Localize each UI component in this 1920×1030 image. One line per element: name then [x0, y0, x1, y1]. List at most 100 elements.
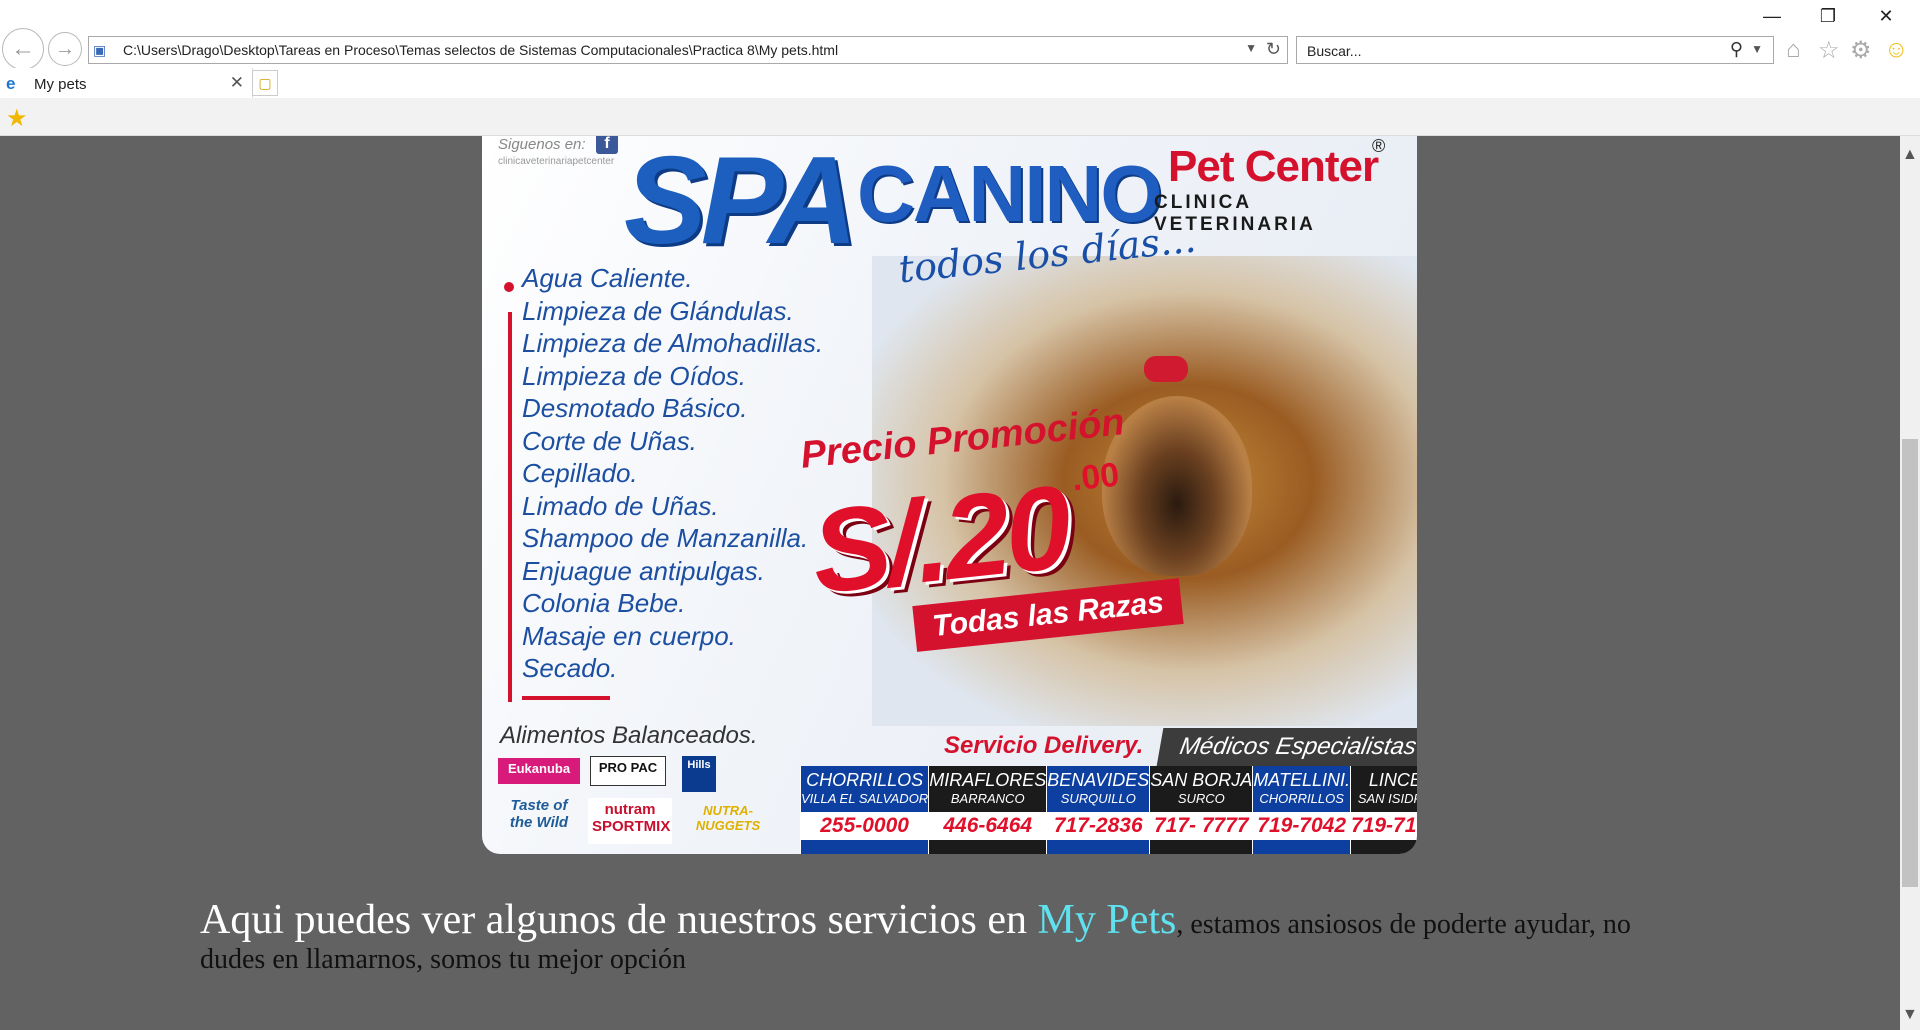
service-item: Limpieza de Oídos. — [522, 360, 747, 391]
branch-district: VILLA EL SALVADOR — [801, 791, 929, 806]
branch-item: MIRAFLORES BARRANCO 446-6464 — [928, 766, 1047, 854]
services-list: Agua Caliente. Limpieza de Glándulas. Li… — [522, 262, 842, 685]
branch-district: CHORRILLOS — [1259, 791, 1344, 806]
branch-district: SURCO — [1177, 791, 1225, 806]
page-caption: Aqui puedes ver algunos de nuestros serv… — [200, 896, 1640, 976]
service-item: Cepillado. — [522, 458, 638, 488]
service-item: Masaje en cuerpo. — [522, 620, 736, 651]
address-bar[interactable]: ▣ C:\Users\Drago\Desktop\Tareas en Proce… — [88, 36, 1288, 64]
services-underline — [522, 696, 610, 700]
delivery-label: Servicio Delivery. — [944, 732, 1144, 759]
caption-intro: Aqui puedes ver algunos de nuestros serv… — [200, 897, 1038, 943]
close-window-button[interactable]: ✕ — [1866, 6, 1906, 27]
search-dropdown-icon[interactable]: ▼ — [1751, 42, 1763, 56]
tab-my-pets[interactable]: e My pets ✕ — [0, 68, 253, 98]
refresh-icon[interactable]: ↻ — [1266, 39, 1281, 60]
back-arrow-icon: ← — [11, 35, 35, 62]
address-url[interactable]: C:\Users\Drago\Desktop\Tareas en Proceso… — [123, 42, 838, 58]
search-box[interactable]: Buscar... ⚲ ▼ — [1296, 36, 1774, 64]
nutra-nuggets-logo: NUTRA-NUGGETS — [695, 803, 761, 833]
service-item: Colonia Bebe. — [522, 588, 686, 618]
branch-name: BENAVIDES — [1047, 770, 1150, 790]
branch-phone: 719-7174 — [1351, 812, 1417, 840]
branch-phone: 717- 7777 — [1150, 812, 1253, 840]
new-tab-button[interactable]: ▢ — [252, 70, 278, 96]
food-heading: Alimentos Balanceados. — [500, 722, 758, 749]
scroll-up-icon[interactable]: ▲ — [1902, 146, 1918, 164]
follow-handle: clinicaveterinariapetcenter — [498, 156, 615, 167]
home-icon[interactable]: ⌂ — [1786, 36, 1801, 64]
branch-item: BENAVIDES SURQUILLO 717-2836 — [1046, 766, 1150, 854]
food-brand-logos: Eukanuba PRO PAC Hills Taste of the Wild… — [494, 752, 794, 854]
service-item: Desmotado Básico. — [522, 393, 748, 423]
promo-price-cents: .00 — [1070, 455, 1122, 499]
promo-image: Siguenos en: f clinicaveterinariapetcent… — [482, 136, 1417, 854]
branch-list: CHORRILLOS VILLA EL SALVADOR 255-0000 MI… — [800, 766, 1417, 854]
branch-name: SAN BORJA — [1150, 770, 1253, 790]
eukanuba-logo: Eukanuba — [498, 758, 580, 784]
search-icon[interactable]: ⚲ — [1730, 39, 1743, 60]
minimize-button[interactable]: — — [1752, 6, 1792, 27]
browser-chrome: — ❐ ✕ ← → ▣ C:\Users\Drago\Desktop\Tarea… — [0, 0, 1920, 136]
branch-phone: 717-2836 — [1047, 812, 1150, 840]
dog-bow — [1144, 356, 1188, 382]
branch-item: SAN BORJA SURCO 717- 7777 — [1149, 766, 1253, 854]
favorites-star-icon[interactable]: ☆ — [1818, 36, 1840, 65]
branch-phone: 719-7042 — [1253, 812, 1351, 840]
branch-name: CHORRILLOS — [806, 770, 924, 790]
branch-name: MIRAFLORES — [929, 770, 1047, 790]
service-item: Secado. — [522, 653, 618, 683]
branch-name: MATELLINI. — [1253, 770, 1351, 790]
service-item: Limpieza de Glándulas. — [522, 295, 794, 326]
branch-district: SURQUILLO — [1060, 791, 1136, 806]
specialists-banner: Médicos Especialistas — [1156, 728, 1417, 766]
taste-of-the-wild-logo: Taste of the Wild — [509, 797, 569, 831]
hills-logo: Hills — [682, 756, 716, 792]
service-item: Shampoo de Manzanilla. — [522, 523, 809, 553]
branch-item: MATELLINI. CHORRILLOS 719-7042 — [1252, 766, 1351, 854]
tab-title: My pets — [34, 76, 87, 93]
service-item: Limado de Uñas. — [522, 490, 719, 521]
branch-phone: 255-0000 — [801, 812, 929, 840]
follow-label: Siguenos en: — [498, 136, 586, 153]
brand-subtitle: CLINICA VETERINARIA — [1154, 192, 1316, 235]
gear-icon[interactable]: ⚙ — [1850, 36, 1872, 65]
bullet-dot — [504, 282, 514, 292]
scrollbar-thumb[interactable] — [1902, 439, 1918, 887]
restore-button[interactable]: ❐ — [1808, 6, 1848, 27]
service-item: Corte de Uñas. — [522, 425, 697, 456]
forward-arrow-icon: → — [55, 38, 75, 60]
dog-face — [1102, 396, 1252, 576]
close-tab-icon[interactable]: ✕ — [230, 73, 244, 93]
branch-district: SAN ISIDRO — [1357, 791, 1417, 806]
forward-button[interactable]: → — [48, 32, 82, 66]
search-placeholder[interactable]: Buscar... — [1307, 43, 1361, 59]
nutram-sportmix-logo: nutram SPORTMIX — [588, 798, 672, 844]
specialists-label: Médicos Especialistas — [1177, 733, 1417, 760]
branch-name: LINCE — [1368, 770, 1417, 790]
address-dropdown-icon[interactable]: ▼ — [1245, 41, 1257, 55]
service-item: Enjuague antipulgas. — [522, 555, 765, 586]
smiley-feedback-icon[interactable]: ☺ — [1884, 36, 1909, 64]
page-icon: ▣ — [93, 42, 107, 58]
brand-name: Pet Center — [1168, 142, 1379, 191]
branch-item: CHORRILLOS VILLA EL SALVADOR 255-0000 — [800, 766, 929, 854]
branch-item: LINCE SAN ISIDRO 719-7174 — [1350, 766, 1417, 854]
ad-title-spa: SPA — [624, 136, 858, 270]
branch-phone: 446-6464 — [929, 812, 1047, 840]
vertical-scrollbar[interactable]: ▲ ▼ — [1900, 136, 1920, 1030]
ie-logo-icon: e — [6, 74, 16, 93]
caption-brand: My Pets — [1037, 897, 1177, 943]
favorites-bar — [0, 98, 1920, 136]
new-tab-icon: ▢ — [258, 75, 272, 91]
service-item: Agua Caliente. — [522, 263, 693, 293]
back-button[interactable]: ← — [2, 28, 44, 70]
add-favorite-icon[interactable]: ★ — [6, 104, 28, 133]
service-item: Limpieza de Almohadillas. — [522, 328, 824, 358]
services-bar — [508, 312, 512, 702]
facebook-icon: f — [596, 136, 618, 154]
registered-icon: ® — [1372, 136, 1386, 156]
propac-logo: PRO PAC — [590, 756, 666, 786]
branch-district: BARRANCO — [950, 791, 1025, 806]
scroll-down-icon[interactable]: ▼ — [1902, 1006, 1918, 1024]
